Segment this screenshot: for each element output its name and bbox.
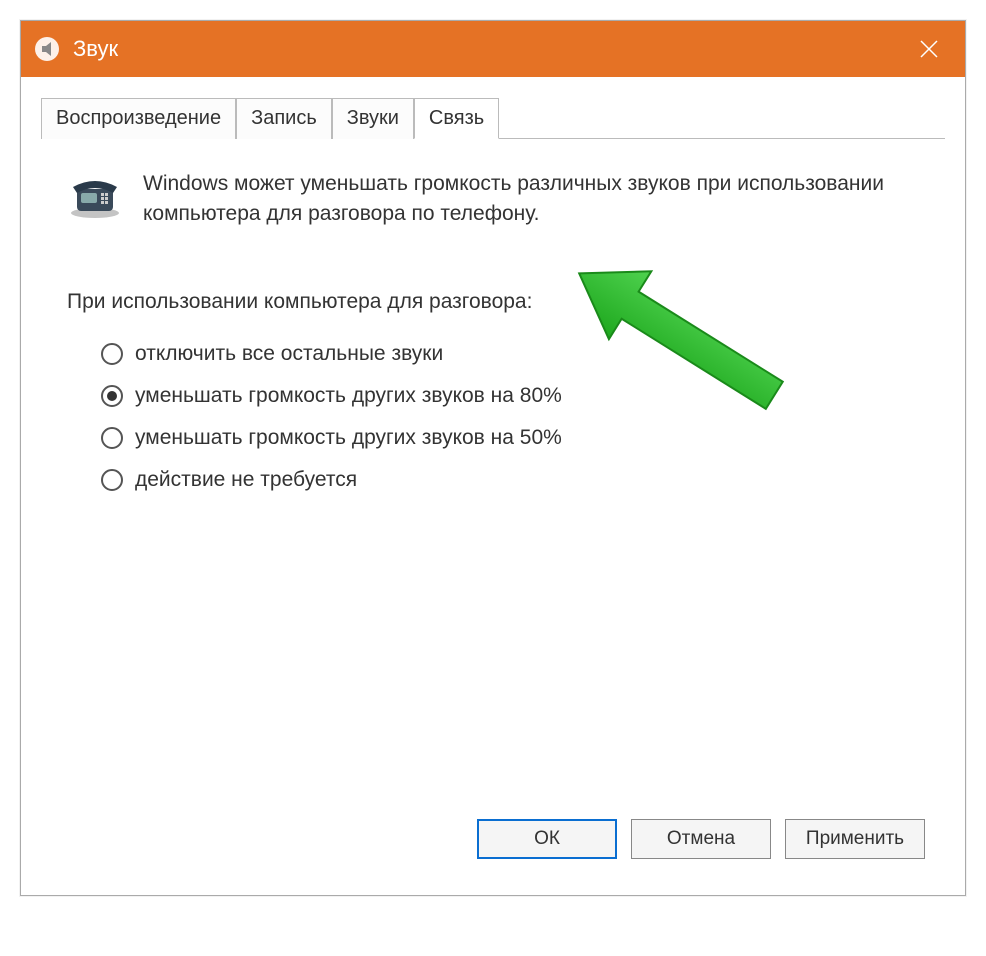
tab-strip: Воспроизведение Запись Звуки Связь bbox=[41, 97, 945, 139]
sound-dialog-window: Звук Воспроизведение Запись Звуки Связь bbox=[20, 20, 966, 896]
telephone-icon bbox=[67, 173, 123, 219]
tab-playback[interactable]: Воспроизведение bbox=[41, 98, 236, 139]
dialog-button-row: ОК Отмена Применить bbox=[41, 819, 945, 879]
radio-icon bbox=[101, 385, 123, 407]
close-icon bbox=[919, 39, 939, 59]
radio-do-nothing[interactable]: действие не требуется bbox=[101, 468, 925, 492]
ok-button[interactable]: ОК bbox=[477, 819, 617, 859]
radio-label: действие не требуется bbox=[135, 468, 357, 492]
radio-mute-all[interactable]: отключить все остальные звуки bbox=[101, 342, 925, 366]
sound-title-icon bbox=[33, 35, 61, 63]
apply-button[interactable]: Применить bbox=[785, 819, 925, 859]
radio-group: отключить все остальные звуки уменьшать … bbox=[61, 342, 925, 492]
tab-sounds[interactable]: Звуки bbox=[332, 98, 414, 139]
close-button[interactable] bbox=[893, 21, 965, 77]
radio-icon bbox=[101, 427, 123, 449]
section-label: При использовании компьютера для разгово… bbox=[61, 290, 925, 314]
radio-icon bbox=[101, 343, 123, 365]
radio-label: отключить все остальные звуки bbox=[135, 342, 443, 366]
radio-icon bbox=[101, 469, 123, 491]
titlebar: Звук bbox=[21, 21, 965, 77]
radio-label: уменьшать громкость других звуков на 80% bbox=[135, 384, 562, 408]
radio-label: уменьшать громкость других звуков на 50% bbox=[135, 426, 562, 450]
tab-recording[interactable]: Запись bbox=[236, 98, 332, 139]
radio-reduce-80[interactable]: уменьшать громкость других звуков на 80% bbox=[101, 384, 925, 408]
cancel-button[interactable]: Отмена bbox=[631, 819, 771, 859]
info-text: Windows может уменьшать громкость различ… bbox=[143, 169, 919, 230]
communications-panel: Windows может уменьшать громкость различ… bbox=[41, 139, 945, 819]
content-area: Воспроизведение Запись Звуки Связь bbox=[21, 77, 965, 895]
radio-reduce-50[interactable]: уменьшать громкость других звуков на 50% bbox=[101, 426, 925, 450]
tab-communications[interactable]: Связь bbox=[414, 98, 499, 139]
info-row: Windows может уменьшать громкость различ… bbox=[61, 169, 925, 230]
window-title: Звук bbox=[73, 36, 893, 62]
